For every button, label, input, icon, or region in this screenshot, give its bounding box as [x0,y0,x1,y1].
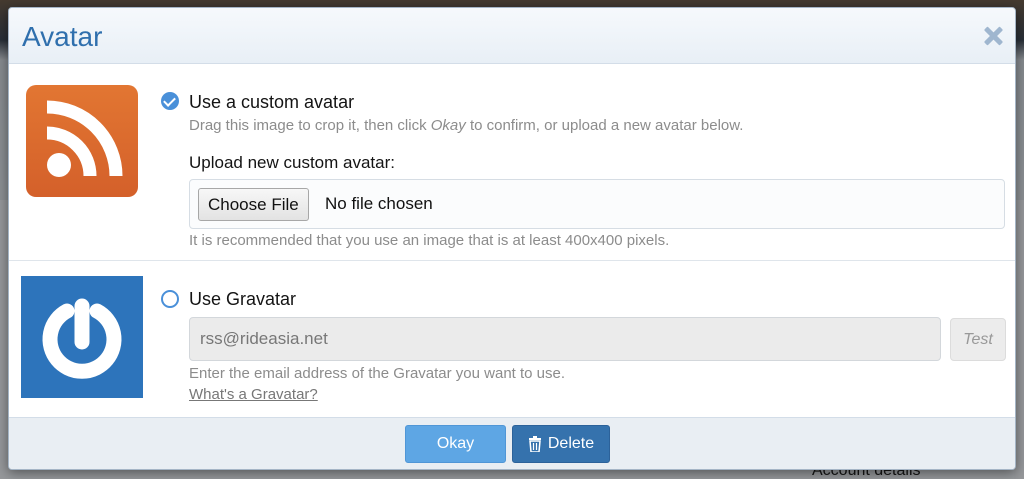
avatar-dialog: Avatar Use a custom avatar Drag this ima… [8,7,1016,470]
custom-avatar-preview[interactable] [26,85,138,197]
gravatar-label[interactable]: Use Gravatar [189,289,296,310]
gravatar-section: Use Gravatar Test Enter the email addres… [9,261,1015,417]
upload-label: Upload new custom avatar: [189,153,395,172]
delete-button[interactable]: Delete [512,425,610,463]
custom-avatar-label[interactable]: Use a custom avatar [189,92,354,113]
crop-hint-suffix: to confirm, or upload a new avatar below… [465,117,744,134]
no-file-text: No file chosen [325,194,433,213]
whats-gravatar-link[interactable]: What's a Gravatar? [189,386,318,403]
crop-hint-prefix: Drag this image to crop it, then click [189,117,431,134]
close-icon[interactable] [981,24,1005,48]
crop-hint: Drag this image to crop it, then click O… [189,117,743,134]
gravatar-logo-icon [42,298,122,379]
rss-feed-icon [46,100,123,177]
gravatar-hint: Enter the email address of the Gravatar … [189,365,566,382]
custom-avatar-section: Use a custom avatar Drag this image to c… [9,65,1015,261]
dialog-footer: Okay Delete [9,417,1015,469]
file-upload-field[interactable]: Choose File No file chosen [189,179,1005,229]
gravatar-email-input[interactable] [189,317,941,361]
dialog-header: Avatar [9,8,1015,64]
choose-file-button[interactable]: Choose File [198,188,309,221]
dialog-title: Avatar [22,21,103,52]
trash-icon [528,436,541,452]
crop-hint-emphasis: Okay [430,117,466,134]
gravatar-radio[interactable] [161,290,179,308]
gravatar-preview [21,276,143,398]
custom-avatar-radio[interactable] [161,92,179,110]
size-recommendation: It is recommended that you use an image … [189,232,670,249]
okay-button[interactable]: Okay [405,425,506,463]
test-button[interactable]: Test [950,318,1006,361]
delete-label: Delete [547,435,595,452]
